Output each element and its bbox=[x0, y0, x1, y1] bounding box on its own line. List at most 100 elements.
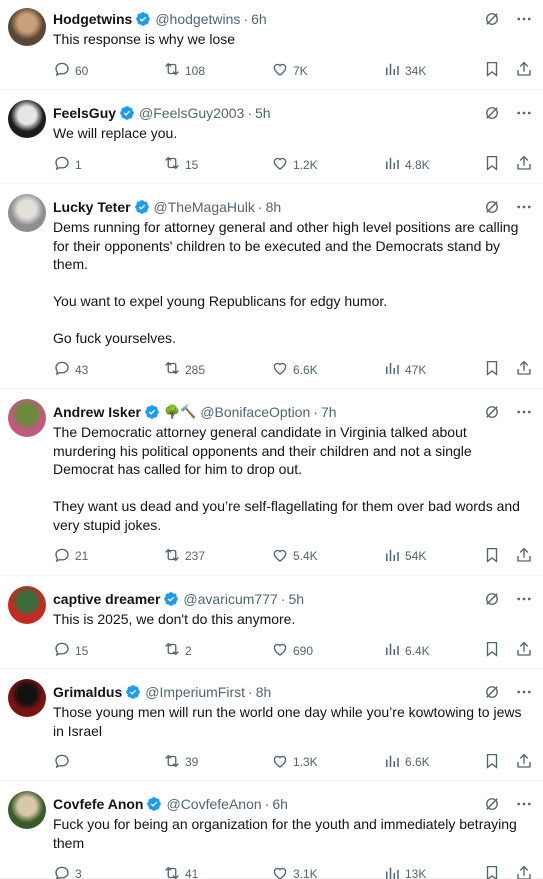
view-count: 34K bbox=[405, 63, 427, 78]
tweet[interactable]: Grimaldus @ImperiumFirst · 8h Those youn… bbox=[0, 669, 543, 781]
share-icon[interactable] bbox=[515, 546, 533, 567]
tweet[interactable]: captive dreamer @avaricum777 · 5h This i… bbox=[0, 576, 543, 669]
bookmark-icon[interactable] bbox=[483, 154, 501, 175]
like-button[interactable]: 5.4K bbox=[271, 546, 383, 567]
like-count: 1.3K bbox=[293, 755, 318, 769]
separator-dot: · bbox=[313, 404, 318, 420]
timestamp[interactable]: 7h bbox=[321, 404, 337, 420]
like-button[interactable]: 1.2K bbox=[271, 154, 383, 175]
author-handle[interactable]: @BonifaceOption bbox=[200, 404, 310, 420]
view-count: 47K bbox=[405, 362, 427, 377]
author-handle[interactable]: @ImperiumFirst bbox=[145, 684, 245, 700]
author-handle[interactable]: @FeelsGuy2003 bbox=[139, 105, 244, 121]
avatar[interactable] bbox=[8, 399, 46, 437]
grok-icon[interactable] bbox=[483, 10, 501, 28]
timestamp[interactable]: 5h bbox=[288, 591, 304, 607]
timestamp[interactable]: 5h bbox=[255, 105, 271, 121]
reply-count: 60 bbox=[75, 63, 89, 78]
tweet[interactable]: Hodgetwins @hodgetwins · 6h This respons… bbox=[0, 0, 543, 90]
author-name[interactable]: Covfefe Anon bbox=[53, 796, 143, 812]
author-handle[interactable]: @CovfefeAnon bbox=[166, 796, 261, 812]
author-name[interactable]: Hodgetwins bbox=[53, 11, 132, 27]
more-options-icon[interactable] bbox=[515, 795, 533, 813]
share-icon[interactable] bbox=[515, 864, 533, 879]
reply-count: 1 bbox=[75, 157, 82, 172]
retweet-count: 108 bbox=[185, 63, 206, 78]
avatar[interactable] bbox=[8, 586, 46, 624]
tweet[interactable]: Lucky Teter @TheMagaHulk · 8h Dems runni… bbox=[0, 184, 543, 389]
share-icon[interactable] bbox=[515, 359, 533, 380]
retweet-icon bbox=[163, 359, 181, 380]
tweet-header: Lucky Teter @TheMagaHulk · 8h bbox=[53, 197, 531, 217]
reply-button[interactable]: 1 bbox=[53, 154, 163, 175]
grok-icon[interactable] bbox=[483, 590, 501, 608]
reply-button[interactable]: 21 bbox=[53, 546, 163, 567]
like-button[interactable]: 6.6K bbox=[271, 359, 383, 380]
timestamp[interactable]: 8h bbox=[256, 684, 272, 700]
author-name[interactable]: Lucky Teter bbox=[53, 199, 131, 215]
grok-icon[interactable] bbox=[483, 683, 501, 701]
retweet-button[interactable]: 39 bbox=[163, 752, 271, 773]
more-options-icon[interactable] bbox=[515, 683, 533, 701]
more-options-icon[interactable] bbox=[515, 104, 533, 122]
reply-button[interactable]: 60 bbox=[53, 60, 163, 81]
bookmark-icon[interactable] bbox=[483, 752, 501, 773]
author-name[interactable]: captive dreamer bbox=[53, 591, 160, 607]
author-name[interactable]: Grimaldus bbox=[53, 684, 122, 700]
reply-button[interactable] bbox=[53, 752, 163, 773]
like-button[interactable]: 3.1K bbox=[271, 864, 383, 879]
share-icon[interactable] bbox=[515, 154, 533, 175]
retweet-button[interactable]: 2 bbox=[163, 640, 271, 661]
avatar[interactable] bbox=[8, 8, 46, 46]
grok-icon[interactable] bbox=[483, 198, 501, 216]
timestamp[interactable]: 8h bbox=[266, 199, 282, 215]
share-icon[interactable] bbox=[515, 640, 533, 661]
grok-icon[interactable] bbox=[483, 104, 501, 122]
retweet-button[interactable]: 285 bbox=[163, 359, 271, 380]
reply-count: 3 bbox=[75, 867, 82, 879]
bookmark-icon[interactable] bbox=[483, 864, 501, 879]
retweet-button[interactable]: 237 bbox=[163, 546, 271, 567]
share-icon[interactable] bbox=[515, 752, 533, 773]
tweet[interactable]: Andrew Isker 🌳🔨 @BonifaceOption · 7h The… bbox=[0, 389, 543, 576]
name-emoji: 🌳🔨 bbox=[163, 404, 197, 419]
more-options-icon[interactable] bbox=[515, 403, 533, 421]
timestamp[interactable]: 6h bbox=[251, 11, 267, 27]
reply-icon bbox=[53, 864, 71, 879]
like-button[interactable]: 690 bbox=[271, 640, 383, 661]
avatar[interactable] bbox=[8, 679, 46, 717]
more-options-icon[interactable] bbox=[515, 198, 533, 216]
author-name[interactable]: Andrew Isker bbox=[53, 404, 141, 420]
more-options-icon[interactable] bbox=[515, 10, 533, 28]
bookmark-icon[interactable] bbox=[483, 359, 501, 380]
like-count: 5.4K bbox=[293, 549, 318, 563]
bookmark-icon[interactable] bbox=[483, 640, 501, 661]
like-count: 1.2K bbox=[293, 157, 318, 172]
like-button[interactable]: 1.3K bbox=[271, 752, 383, 773]
reply-button[interactable]: 15 bbox=[53, 640, 163, 661]
share-icon[interactable] bbox=[515, 60, 533, 81]
retweet-button[interactable]: 15 bbox=[163, 154, 271, 175]
verified-badge-icon bbox=[134, 199, 150, 215]
retweet-button[interactable]: 108 bbox=[163, 60, 271, 81]
avatar[interactable] bbox=[8, 100, 46, 138]
avatar[interactable] bbox=[8, 791, 46, 829]
grok-icon[interactable] bbox=[483, 403, 501, 421]
tweet[interactable]: Covfefe Anon @CovfefeAnon · 6h Fuck you … bbox=[0, 781, 543, 879]
author-handle[interactable]: @avaricum777 bbox=[183, 591, 277, 607]
retweet-button[interactable]: 41 bbox=[163, 864, 271, 879]
avatar[interactable] bbox=[8, 194, 46, 232]
timestamp[interactable]: 6h bbox=[272, 796, 288, 812]
more-options-icon[interactable] bbox=[515, 590, 533, 608]
tweet[interactable]: FeelsGuy @FeelsGuy2003 · 5h We will repl… bbox=[0, 90, 543, 184]
bookmark-icon[interactable] bbox=[483, 60, 501, 81]
retweet-count: 285 bbox=[185, 362, 206, 377]
like-button[interactable]: 7K bbox=[271, 60, 383, 81]
reply-button[interactable]: 43 bbox=[53, 359, 163, 380]
author-name[interactable]: FeelsGuy bbox=[53, 105, 116, 121]
bookmark-icon[interactable] bbox=[483, 546, 501, 567]
author-handle[interactable]: @TheMagaHulk bbox=[154, 199, 255, 215]
reply-button[interactable]: 3 bbox=[53, 864, 163, 879]
grok-icon[interactable] bbox=[483, 795, 501, 813]
author-handle[interactable]: @hodgetwins bbox=[155, 11, 240, 27]
